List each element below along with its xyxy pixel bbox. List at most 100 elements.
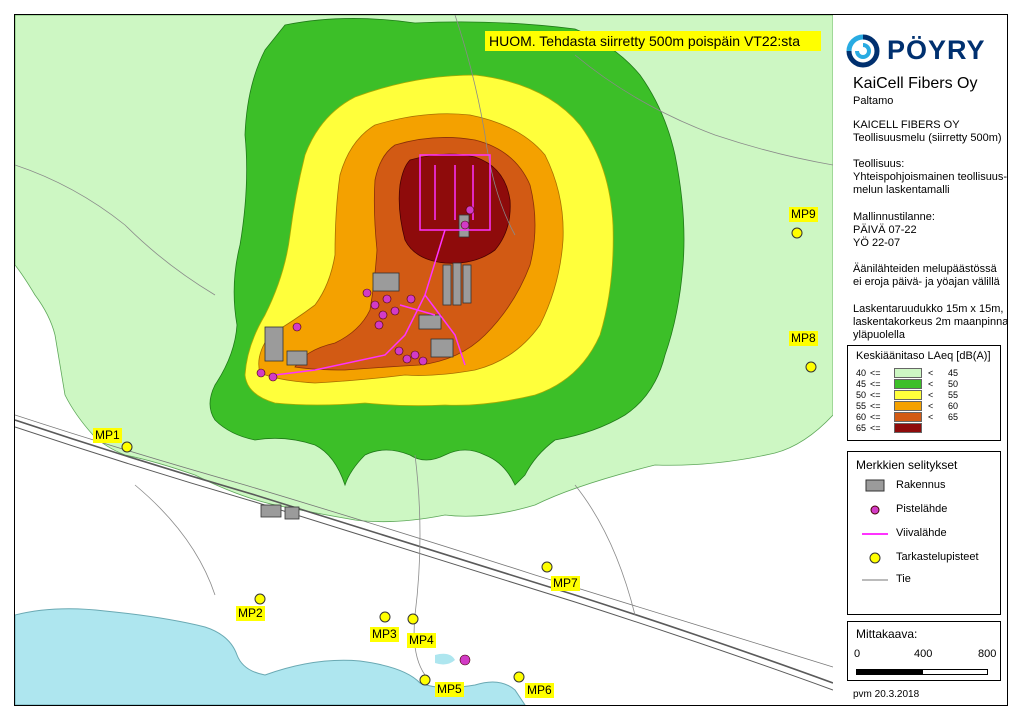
legend-from: 55 — [856, 401, 867, 411]
legend-op1: <= — [870, 401, 881, 411]
legend-from: 65 — [856, 423, 867, 433]
receptor-label-mp7: MP7 — [551, 576, 580, 591]
noise-map: HUOM. Tehdasta siirretty 500m poispäin V… — [15, 15, 833, 705]
scale-tick-800: 800 — [978, 648, 997, 660]
scale-title: Mittakaava: — [856, 627, 918, 641]
legend-swatch-65 — [894, 423, 922, 433]
receptor-label-mp9: MP9 — [789, 207, 818, 222]
legend-op2: < — [928, 401, 934, 411]
legend-op1: <= — [870, 390, 881, 400]
point-source — [418, 356, 428, 366]
receptor-label-mp8: MP8 — [789, 331, 818, 346]
place-name: Paltamo — [853, 95, 894, 107]
receptor-mp7 — [541, 561, 553, 573]
point-source — [402, 354, 412, 364]
model-heading: Teollisuus: — [853, 158, 905, 170]
symbol-row-point-source: Pistelähde — [860, 502, 947, 518]
building — [260, 504, 282, 518]
legend-swatch-60 — [894, 412, 922, 422]
date-stamp: pvm 20.3.2018 — [853, 689, 920, 700]
symbol-label: Rakennus — [896, 479, 946, 491]
symbol-row-receptor: Tarkastelupisteet — [860, 550, 979, 566]
noise-legend-title: Keskiäänitaso LAeq [dB(A)] — [856, 350, 991, 362]
point-source — [410, 350, 420, 360]
receptor-label-mp1: MP1 — [93, 428, 122, 443]
symbol-row-line-source: Viivalähde — [860, 526, 947, 542]
situation-night: YÖ 22-07 — [853, 237, 901, 249]
legend-op2: < — [928, 368, 934, 378]
receptor-label-mp6: MP6 — [525, 683, 554, 698]
receptor-mp4 — [407, 613, 419, 625]
map-canvas — [15, 15, 833, 705]
legend-swatch-45 — [894, 379, 922, 389]
grid-line-2: laskentakorkeus 2m maanpinnan — [853, 316, 1008, 328]
receptor-mp1 — [121, 441, 133, 453]
building — [430, 338, 454, 358]
building — [452, 262, 462, 306]
legend-swatch-50 — [894, 390, 922, 400]
symbol-label: Tarkastelupisteet — [896, 551, 979, 563]
info-panel: PÖYRY KaiCell Fibers Oy Paltamo KAICELL … — [833, 15, 1007, 705]
legend-swatch-55 — [894, 401, 922, 411]
point-source — [382, 294, 392, 304]
project-subtitle: Teollisuusmelu (siirretty 500m) — [853, 132, 1002, 144]
building — [372, 272, 400, 292]
point-source — [406, 294, 416, 304]
symbols-legend: Merkkien selitykset Rakennus Pistelähde … — [847, 451, 1001, 615]
emission-line-2: ei eroja päivä- ja yöajan välillä — [853, 276, 1000, 288]
scale-bar-filled — [856, 669, 922, 675]
legend-op2: < — [928, 390, 934, 400]
emission-line-1: Äänilähteiden melupäästössä — [853, 263, 997, 275]
poyry-logo-icon — [846, 34, 880, 68]
scale-tick-400: 400 — [914, 648, 933, 660]
legend-to: 55 — [948, 390, 959, 400]
symbol-label: Pistelähde — [896, 503, 948, 515]
scale-box: Mittakaava: 0 400 800 — [847, 621, 1001, 681]
legend-from: 60 — [856, 412, 867, 422]
point-source — [370, 300, 380, 310]
point-source — [268, 372, 278, 382]
point-source — [460, 220, 470, 230]
company-logo: PÖYRY — [843, 33, 1003, 69]
legend-op1: <= — [870, 379, 881, 389]
grid-line-3: yläpuolella — [853, 329, 905, 341]
building — [418, 314, 442, 330]
grid-line-1: Laskentaruudukko 15m x 15m, — [853, 303, 1004, 315]
legend-to: 50 — [948, 379, 959, 389]
symbol-row-road: Tie — [860, 572, 911, 588]
legend-op2: < — [928, 379, 934, 389]
point-source — [459, 654, 471, 666]
receptor-mp8 — [805, 361, 817, 373]
receptor-mp5 — [419, 674, 431, 686]
receptor-label-mp4: MP4 — [407, 633, 436, 648]
legend-from: 40 — [856, 368, 867, 378]
point-source — [362, 288, 372, 298]
legend-op1: <= — [870, 423, 881, 433]
road-icon — [862, 579, 888, 581]
legend-to: 60 — [948, 401, 959, 411]
symbol-row-building: Rakennus — [860, 478, 946, 494]
situation-heading: Mallinnustilanne: — [853, 211, 935, 223]
line-source-icon — [862, 533, 888, 535]
receptor-mp3 — [379, 611, 391, 623]
legend-from: 50 — [856, 390, 867, 400]
receptor-icon — [869, 552, 881, 564]
scale-tick-0: 0 — [854, 648, 861, 660]
situation-day: PÄIVÄ 07-22 — [853, 224, 917, 236]
legend-op2: < — [928, 412, 934, 422]
point-source-icon — [870, 505, 880, 515]
map-sheet: HUOM. Tehdasta siirretty 500m poispäin V… — [14, 14, 1008, 706]
symbols-legend-title: Merkkien selitykset — [856, 458, 958, 472]
point-source — [374, 320, 384, 330]
point-source — [394, 346, 404, 356]
building — [442, 264, 452, 306]
legend-op1: <= — [870, 412, 881, 422]
receptor-label-mp2: MP2 — [236, 606, 265, 621]
building — [284, 506, 300, 520]
noise-legend: Keskiäänitaso LAeq [dB(A)] 40 <= < 45 45… — [847, 345, 1001, 441]
project-title: KAICELL FIBERS OY — [853, 119, 960, 131]
legend-to: 65 — [948, 412, 959, 422]
building — [264, 326, 284, 362]
legend-swatch-40 — [894, 368, 922, 378]
relocation-note: HUOM. Tehdasta siirretty 500m poispäin V… — [485, 31, 821, 51]
